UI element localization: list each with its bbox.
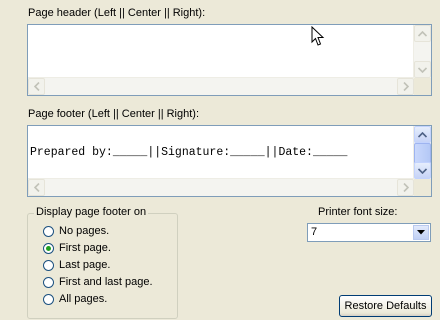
radio-button[interactable] bbox=[43, 293, 54, 305]
footer-label: Page footer (Left || Center || Right): bbox=[28, 108, 200, 120]
footer-textarea[interactable]: Prepared by:_____||Signature:_____||Date… bbox=[27, 125, 432, 197]
radio-no-pages[interactable]: No pages. bbox=[43, 225, 109, 237]
header-scroll-corner bbox=[414, 78, 431, 95]
chevron-down-icon bbox=[417, 230, 425, 235]
radio-label: Last page. bbox=[59, 259, 111, 271]
header-text[interactable] bbox=[28, 25, 414, 78]
down-arrow-icon bbox=[418, 66, 427, 73]
radio-first-page[interactable]: First page. bbox=[43, 242, 111, 254]
radio-all-pages[interactable]: All pages. bbox=[43, 293, 107, 305]
footer-scroll-right-button[interactable] bbox=[397, 179, 414, 196]
radio-button[interactable] bbox=[43, 242, 54, 254]
radio-last-page[interactable]: Last page. bbox=[43, 259, 110, 271]
header-label: Page header (Left || Center || Right): bbox=[28, 7, 206, 19]
down-arrow-icon bbox=[418, 167, 427, 174]
footer-text[interactable]: Prepared by:_____||Signature:_____||Date… bbox=[28, 126, 414, 179]
header-vertical-scrollbar[interactable] bbox=[413, 25, 431, 78]
font-size-label: Printer font size: bbox=[318, 206, 398, 218]
font-size-select[interactable]: 7 bbox=[307, 223, 431, 242]
up-arrow-icon bbox=[418, 131, 427, 138]
radio-button[interactable] bbox=[43, 259, 54, 271]
radio-label: First and last page. bbox=[59, 276, 153, 288]
header-scroll-up-button[interactable] bbox=[414, 25, 431, 42]
restore-defaults-button[interactable]: Restore Defaults bbox=[339, 295, 432, 317]
radio-button[interactable] bbox=[43, 276, 54, 288]
footer-vertical-scrollbar[interactable] bbox=[413, 126, 431, 179]
footer-scroll-down-button[interactable] bbox=[414, 162, 431, 179]
left-arrow-icon bbox=[33, 183, 40, 192]
footer-scroll-up-button[interactable] bbox=[414, 126, 431, 143]
footer-horizontal-scrollbar[interactable] bbox=[28, 178, 414, 196]
header-scroll-left-button[interactable] bbox=[28, 78, 45, 95]
radio-first-and-last-page[interactable]: First and last page. bbox=[43, 276, 153, 288]
left-arrow-icon bbox=[33, 82, 40, 91]
header-textarea[interactable] bbox=[27, 24, 432, 96]
footer-scroll-left-button[interactable] bbox=[28, 179, 45, 196]
display-footer-legend: Display page footer on bbox=[34, 206, 149, 218]
header-scroll-down-button[interactable] bbox=[414, 61, 431, 78]
footer-scroll-corner bbox=[414, 179, 431, 196]
radio-button[interactable] bbox=[43, 225, 54, 237]
radio-label: First page. bbox=[59, 242, 111, 254]
right-arrow-icon bbox=[402, 183, 409, 192]
font-size-value: 7 bbox=[311, 226, 318, 238]
header-horizontal-scrollbar[interactable] bbox=[28, 77, 414, 95]
header-scroll-right-button[interactable] bbox=[397, 78, 414, 95]
font-size-dropdown-button[interactable] bbox=[413, 225, 429, 240]
radio-dot bbox=[46, 245, 51, 251]
radio-label: No pages. bbox=[59, 225, 110, 237]
radio-label: All pages. bbox=[59, 293, 108, 305]
mouse-pointer-icon bbox=[311, 26, 325, 46]
up-arrow-icon bbox=[418, 30, 427, 37]
footer-scroll-thumb[interactable] bbox=[414, 143, 431, 164]
right-arrow-icon bbox=[402, 82, 409, 91]
